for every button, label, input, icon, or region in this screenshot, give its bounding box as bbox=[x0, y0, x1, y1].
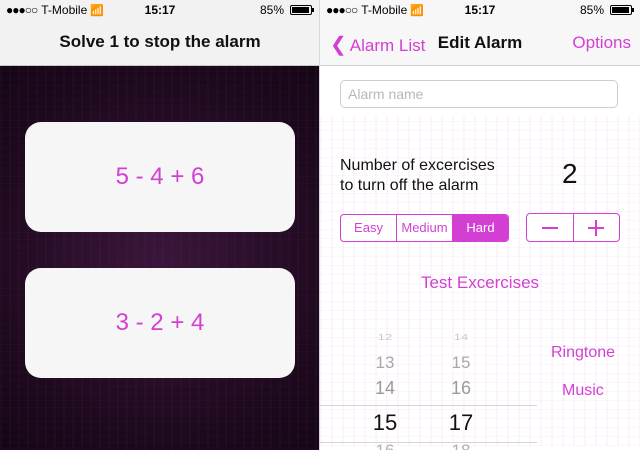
minute-value: 14 bbox=[453, 333, 469, 342]
increment-button[interactable] bbox=[572, 214, 620, 241]
exercises-label: Number of excercises to turn off the ala… bbox=[340, 157, 495, 194]
status-bar: ●●●○○ T-Mobile︎📶 15:17 85% bbox=[320, 0, 640, 20]
alarm-name-input[interactable] bbox=[340, 80, 618, 108]
music-button[interactable]: Music bbox=[562, 382, 604, 400]
hour-value: 13 bbox=[375, 353, 395, 372]
battery-percent: 85% bbox=[579, 3, 604, 17]
difficulty-medium[interactable]: Medium bbox=[397, 215, 453, 241]
exercises-count: 2 bbox=[562, 158, 578, 189]
minute-value: 18 bbox=[431, 441, 491, 450]
minute-value: 15 bbox=[451, 353, 471, 372]
alarm-background: 5 - 4 + 6 3 - 2 + 4 bbox=[0, 66, 320, 450]
problem-card[interactable]: 3 - 2 + 4 bbox=[25, 268, 295, 378]
hour-value: 12 bbox=[377, 333, 393, 342]
difficulty-easy[interactable]: Easy bbox=[341, 215, 397, 241]
alarm-screen: Solve 1 to stop the alarm ●●●○○ T-Mobile︎… bbox=[0, 0, 320, 450]
hour-value: 14 bbox=[374, 378, 396, 398]
hour-value: 16 bbox=[355, 441, 415, 450]
decrement-button[interactable] bbox=[527, 214, 573, 241]
minute-value: 16 bbox=[450, 378, 472, 398]
selected-minute: 17 bbox=[448, 410, 474, 435]
picker-selection-lines bbox=[320, 405, 537, 443]
battery-percent: 85% bbox=[259, 3, 284, 17]
edit-alarm-screen: ❮ Alarm List Edit Alarm Options ●●●○○ T-Mo… bbox=[320, 0, 640, 450]
battery-icon bbox=[290, 5, 314, 15]
edit-content: Number of excercises to turn off the ala… bbox=[320, 66, 640, 450]
ringtone-button[interactable]: Ringtone bbox=[551, 344, 615, 362]
battery-icon bbox=[610, 5, 634, 15]
status-bar: ●●●○○ T-Mobile︎📶 15:17 85% bbox=[0, 0, 320, 20]
time-picker[interactable]: 12 13 14 15 16 14 15 16 17 18 bbox=[320, 330, 537, 450]
test-exercises-button[interactable]: Test Excercises bbox=[320, 273, 640, 293]
difficulty-hard[interactable]: Hard bbox=[453, 215, 508, 241]
exercises-stepper bbox=[526, 213, 620, 242]
problem-card[interactable]: 5 - 4 + 6 bbox=[25, 122, 295, 232]
alarm-title: Solve 1 to stop the alarm bbox=[59, 32, 261, 51]
difficulty-selector: Easy Medium Hard bbox=[340, 214, 509, 242]
options-button[interactable]: Options bbox=[572, 33, 631, 53]
selected-hour: 15 bbox=[372, 410, 398, 435]
minus-icon bbox=[541, 226, 558, 229]
